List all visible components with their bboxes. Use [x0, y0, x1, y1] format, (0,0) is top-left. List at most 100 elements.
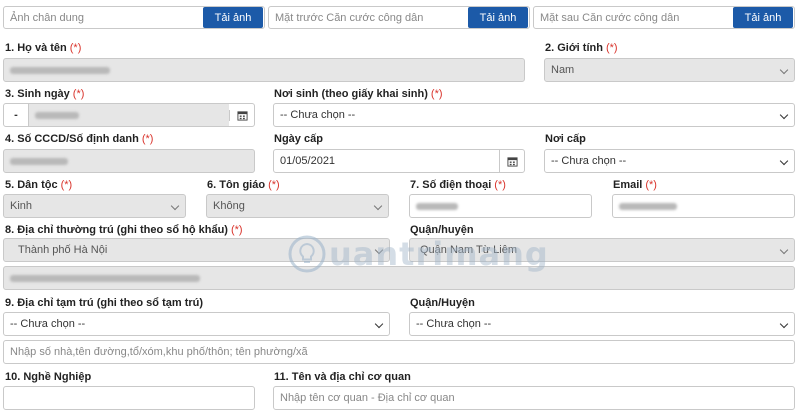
permanent-address-detail-input[interactable] [3, 266, 795, 290]
district-label: Quận/huyện [410, 224, 474, 236]
dob-value-area [29, 104, 229, 126]
issue-place-label-text: Nơi cấp [545, 133, 586, 145]
calendar-icon [506, 156, 518, 167]
gender-label: 2. Giới tính (*) [545, 42, 618, 54]
id-front-upload-placeholder: Mặt trước Căn cước công dân [275, 11, 424, 24]
permanent-district-select[interactable]: Quận Nam Từ Liêm [409, 238, 795, 262]
dob-prefix: - [14, 109, 18, 121]
permanent-province-value: Thành phố Hà Nội [18, 244, 108, 256]
required-mark: (*) [605, 42, 618, 54]
workplace-label: 11. Tên và địa chỉ cơ quan [274, 371, 411, 383]
temporary-province-value: -- Chưa chọn -- [10, 318, 86, 330]
temporary-district-select[interactable]: -- Chưa chọn -- [409, 312, 795, 336]
phone-label: 7. Số điện thoại (*) [410, 179, 506, 191]
chevron-down-icon [779, 156, 789, 166]
full-name-input[interactable] [3, 58, 525, 82]
permanent-district-value: Quận Nam Từ Liêm [420, 244, 518, 256]
required-mark: (*) [268, 179, 280, 191]
gender-value: Nam [551, 64, 575, 76]
permanent-province-select[interactable]: Thành phố Hà Nội [3, 238, 390, 262]
calendar-icon [236, 110, 248, 121]
dob-label-text: 3. Sinh ngày [5, 88, 70, 100]
religion-value: Không [213, 200, 245, 212]
ethnicity-select[interactable]: Kinh [3, 194, 186, 218]
dob-value-redacted [35, 111, 79, 119]
phone-value-redacted [416, 202, 458, 210]
required-mark: (*) [430, 88, 443, 100]
occupation-label-text: 10. Nghề Nghiệp [5, 371, 92, 383]
chevron-down-icon [374, 245, 384, 255]
id-front-upload-button[interactable]: Tải ảnh [468, 7, 528, 28]
workplace-label-text: 11. Tên và địa chỉ cơ quan [274, 371, 411, 383]
dob-prefix-select[interactable]: - [4, 104, 29, 126]
birthplace-select[interactable]: -- Chưa chọn -- [273, 103, 795, 127]
workplace-input[interactable]: Nhập tên cơ quan - Địa chỉ cơ quan [273, 386, 795, 410]
chevron-down-icon [779, 245, 789, 255]
temporary-address-label: 9. Địa chỉ tạm trú (ghi theo sổ tạm trú) [5, 297, 203, 309]
issue-date-calendar-button[interactable] [499, 150, 524, 172]
required-mark: (*) [60, 179, 73, 191]
birthplace-label-text: Nơi sinh (theo giấy khai sinh) [274, 88, 428, 100]
portrait-upload-placeholder: Ảnh chân dung [10, 11, 85, 24]
portrait-upload-field[interactable]: Ảnh chân dung Tải ảnh [3, 6, 265, 29]
issue-date-label-text: Ngày cấp [274, 133, 323, 145]
id-number-label-text: 4. Số CCCD/Số định danh [5, 133, 139, 145]
birthplace-value: -- Chưa chọn -- [280, 109, 356, 121]
issue-place-label: Nơi cấp [545, 133, 586, 145]
issue-date-value: 01/05/2021 [280, 155, 336, 167]
workplace-placeholder: Nhập tên cơ quan - Địa chỉ cơ quan [280, 392, 455, 404]
dob-calendar-button[interactable] [229, 109, 254, 121]
id-back-upload-field[interactable]: Mặt sau Căn cước công dân Tải ảnh [533, 6, 795, 29]
permanent-address-label: 8. Địa chỉ thường trú (ghi theo sổ hộ kh… [5, 224, 243, 236]
district-temp-label-text: Quận/Huyện [410, 297, 475, 309]
dob-label: 3. Sinh ngày (*) [5, 88, 84, 100]
temporary-address-label-text: 9. Địa chỉ tạm trú (ghi theo sổ tạm trú) [5, 297, 204, 309]
dob-input[interactable]: - [3, 103, 255, 127]
chevron-down-icon [779, 110, 789, 120]
required-mark: (*) [69, 42, 82, 54]
chevron-down-icon [373, 201, 383, 211]
chevron-down-icon [170, 201, 180, 211]
issue-place-select[interactable]: -- Chưa chọn -- [544, 149, 795, 173]
birthplace-label: Nơi sinh (theo giấy khai sinh) (*) [274, 88, 443, 100]
required-mark: (*) [230, 224, 243, 236]
temporary-address-detail-input[interactable]: Nhập số nhà,tên đường,tổ/xóm,khu phố/thô… [3, 340, 795, 364]
portrait-upload-button[interactable]: Tải ảnh [203, 7, 263, 28]
occupation-input[interactable] [3, 386, 255, 410]
temporary-district-value: -- Chưa chọn -- [416, 318, 492, 330]
ethnicity-value: Kinh [10, 200, 33, 212]
email-input[interactable] [612, 194, 795, 218]
id-front-upload-field[interactable]: Mặt trước Căn cước công dân Tải ảnh [268, 6, 530, 29]
phone-input[interactable] [409, 194, 592, 218]
issue-place-value: -- Chưa chọn -- [551, 155, 627, 167]
chevron-down-icon [779, 65, 789, 75]
id-number-value-redacted [10, 157, 68, 165]
required-mark: (*) [494, 179, 506, 191]
chevron-down-icon [374, 319, 384, 329]
religion-label: 6. Tôn giáo (*) [207, 179, 280, 191]
id-number-label: 4. Số CCCD/Số định danh (*) [5, 133, 153, 145]
ethnicity-label: 5. Dân tộc (*) [5, 179, 72, 191]
chevron-down-icon [779, 319, 789, 329]
gender-label-text: 2. Giới tính [545, 42, 603, 54]
email-value-redacted [619, 202, 677, 210]
ethnicity-label-text: 5. Dân tộc [5, 179, 58, 191]
district-temp-label: Quận/Huyện [410, 297, 475, 309]
id-back-upload-button[interactable]: Tải ảnh [733, 7, 793, 28]
gender-select[interactable]: Nam [544, 58, 795, 82]
issue-date-input[interactable]: 01/05/2021 [273, 149, 525, 173]
temporary-address-detail-placeholder: Nhập số nhà,tên đường,tổ/xóm,khu phố/thô… [10, 346, 308, 358]
email-label: Email (*) [613, 179, 657, 191]
email-label-text: Email [613, 179, 643, 191]
required-mark: (*) [645, 179, 657, 191]
full-name-label-text: 1. Họ và tên [5, 42, 67, 54]
id-back-upload-placeholder: Mặt sau Căn cước công dân [540, 11, 680, 24]
id-number-input[interactable] [3, 149, 255, 173]
permanent-address-label-text: 8. Địa chỉ thường trú (ghi theo sổ hộ kh… [5, 224, 228, 236]
religion-select[interactable]: Không [206, 194, 389, 218]
full-name-label: 1. Họ và tên (*) [5, 42, 81, 54]
phone-label-text: 7. Số điện thoại [410, 179, 492, 191]
religion-label-text: 6. Tôn giáo [207, 179, 266, 191]
temporary-province-select[interactable]: -- Chưa chọn -- [3, 312, 390, 336]
district-label-text: Quận/huyện [410, 224, 474, 236]
